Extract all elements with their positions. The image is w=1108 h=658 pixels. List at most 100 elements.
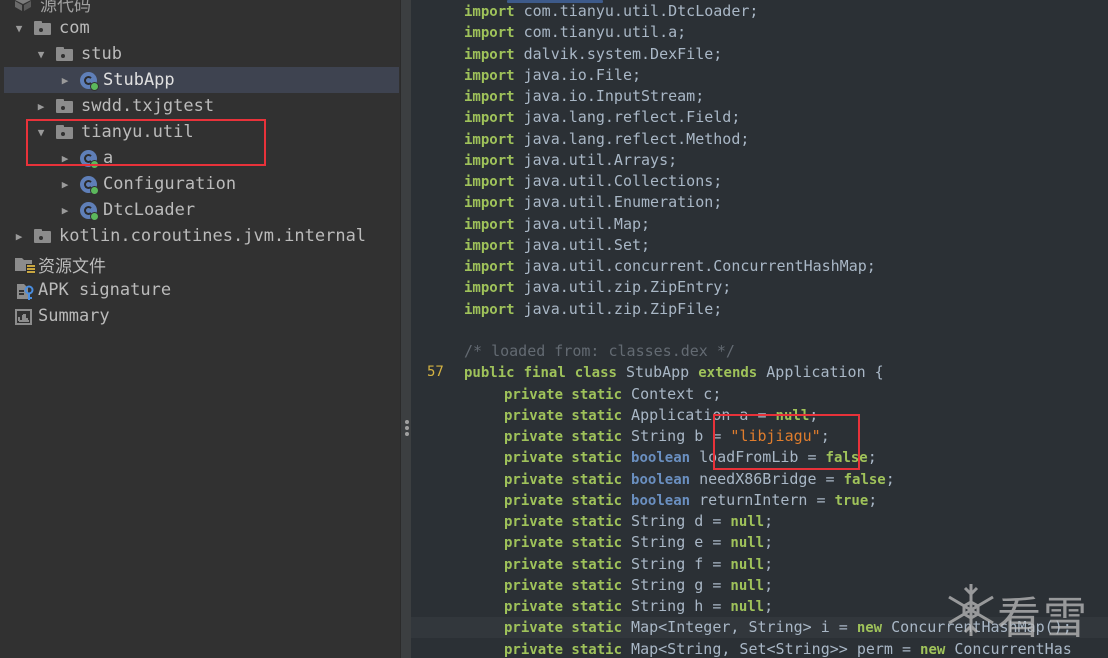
chevron-right-icon[interactable]: ▶: [36, 100, 46, 113]
tree-item-label: kotlin.coroutines.jvm.internal: [59, 226, 367, 246]
tree-item[interactable]: ▶ Configuration: [0, 171, 400, 197]
tree-item[interactable]: ▶ kotlin.coroutines.jvm.internal: [0, 223, 400, 249]
import-path: java.util.Arrays;: [523, 150, 678, 169]
statement-end: ;: [868, 490, 878, 509]
import-path: java.util.zip.ZipFile;: [523, 299, 723, 318]
keyword: import: [464, 4, 515, 20]
field-type: boolean: [631, 492, 691, 509]
tree-item-source-root[interactable]: 源代码: [0, 0, 400, 16]
statement-end: ;: [764, 597, 774, 615]
code-line: private static boolean returnIntern = tr…: [411, 490, 1108, 511]
modifiers: private static: [504, 556, 623, 573]
chevron-right-icon[interactable]: ▶: [60, 74, 70, 87]
modifiers: private static: [504, 599, 623, 615]
field-name: e =: [685, 533, 731, 552]
field-value: true: [834, 492, 869, 509]
code-comment: /* loaded from: classes.dex */: [464, 342, 735, 360]
field-value: null: [730, 599, 765, 615]
keyword: import: [464, 25, 515, 42]
code-line: private static String f = null;: [411, 554, 1108, 575]
grip-dot: [405, 426, 409, 430]
code-line: import com.tianyu.util.a;: [411, 22, 1108, 43]
keyword: import: [464, 110, 515, 127]
tree-item-apk-signature[interactable]: APK signature: [0, 277, 400, 303]
apk-signature-icon: [14, 281, 34, 300]
modifiers: private static: [504, 514, 623, 530]
modifiers: private static: [504, 429, 623, 445]
chevron-down-icon[interactable]: ▼: [14, 22, 24, 35]
import-path: java.io.File;: [523, 65, 642, 84]
field-name: d =: [685, 512, 731, 530]
tree-item-summary[interactable]: Summary: [0, 303, 400, 329]
field-value: new: [856, 620, 883, 637]
import-path: java.lang.reflect.Field;: [523, 108, 741, 127]
package-folder-icon: [56, 99, 73, 113]
project-tree-panel: 源代码 ▼ com ▼ stub ▶ StubApp ▶ swdd.txjgtest ▼ tian…: [0, 0, 400, 658]
tree-item-label: 源代码: [40, 0, 91, 16]
modifiers: private static: [504, 450, 623, 467]
field-value: null: [775, 407, 810, 424]
tree-item[interactable]: ▶ StubApp: [4, 67, 399, 93]
chevron-down-icon[interactable]: ▼: [36, 126, 46, 139]
import-path: java.io.InputStream;: [523, 87, 705, 105]
tree-item-resources[interactable]: 资源文件: [0, 251, 400, 277]
keyword: import: [464, 152, 515, 169]
keyword: import: [464, 259, 515, 275]
tree-item[interactable]: ▼ tianyu.util: [0, 119, 400, 145]
keyword: import: [464, 174, 515, 190]
keyword: import: [464, 195, 515, 212]
grip-dot: [405, 420, 409, 424]
code-line: import java.util.Arrays;: [411, 150, 1108, 171]
tree-item-label: StubApp: [103, 70, 175, 90]
tree-item[interactable]: ▶ DtcLoader: [0, 197, 400, 223]
import-path: java.util.concurrent.ConcurrentHashMap;: [523, 257, 876, 275]
field-value: false: [825, 450, 868, 467]
keyword: import: [464, 280, 515, 297]
modifiers: private static: [504, 492, 623, 509]
chevron-right-icon[interactable]: ▶: [14, 230, 24, 243]
code-line: private static boolean loadFromLib = fal…: [411, 447, 1108, 468]
grip-dot: [405, 432, 409, 436]
panel-splitter[interactable]: [400, 0, 411, 658]
statement-end: ;: [764, 512, 774, 530]
statement-end: ;: [885, 469, 895, 488]
tree-item-label: swdd.txjgtest: [81, 96, 215, 116]
keyword: import: [464, 89, 515, 105]
code-line: import java.util.Collections;: [411, 171, 1108, 192]
summary-icon: [14, 307, 34, 325]
keyword: class: [574, 365, 617, 382]
modifiers: private static: [504, 620, 623, 637]
package-folder-icon: [34, 21, 51, 35]
chevron-right-icon[interactable]: ▶: [60, 178, 70, 191]
chevron-down-icon[interactable]: ▼: [36, 48, 46, 61]
keyword: final: [523, 365, 566, 382]
code-line: private static String h = null;: [411, 596, 1108, 617]
tree-item[interactable]: ▶ swdd.txjgtest: [0, 93, 400, 119]
modifiers: private static: [504, 407, 623, 424]
modifiers: private static: [504, 641, 623, 658]
modifiers: private static: [504, 386, 623, 403]
source-root-icon: [14, 0, 32, 11]
code-editor[interactable]: import com.tianyu.util.DtcLoader; import …: [411, 0, 1108, 658]
import-path: java.util.Set;: [523, 235, 651, 254]
statement-end: ;: [764, 533, 774, 552]
tree-item[interactable]: ▶ a: [0, 145, 400, 171]
tree-item[interactable]: ▼ com: [0, 15, 400, 41]
statement-end: ;: [820, 427, 830, 445]
tree-item[interactable]: ▼ stub: [0, 41, 400, 67]
class-icon: [80, 149, 99, 169]
tree-item-label: stub: [81, 44, 122, 64]
keyword: import: [464, 237, 515, 254]
tree-item-label: DtcLoader: [103, 200, 196, 220]
chevron-right-icon[interactable]: ▶: [60, 204, 70, 217]
class-icon: [80, 201, 99, 221]
code-line: import java.util.zip.ZipEntry;: [411, 277, 1108, 298]
package-folder-icon: [56, 125, 73, 139]
code-line: import java.util.Set;: [411, 235, 1108, 256]
code-line: private static String g = null;: [411, 575, 1108, 596]
chevron-right-icon[interactable]: ▶: [60, 152, 70, 165]
parent-class: Application {: [766, 363, 884, 382]
import-path: java.util.zip.ZipEntry;: [523, 278, 732, 297]
keyword: import: [464, 46, 515, 63]
